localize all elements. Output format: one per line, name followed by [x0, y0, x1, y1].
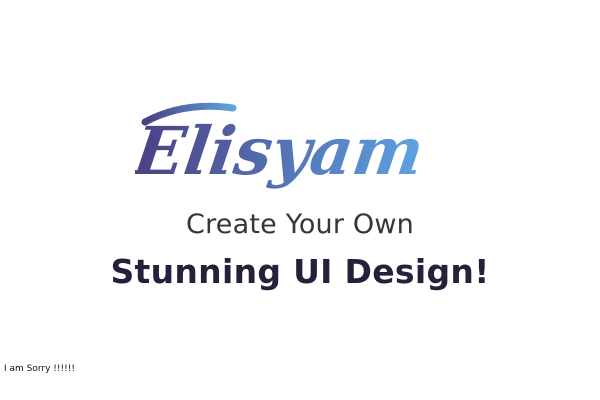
hero-title: Stunning UI Design! — [110, 252, 490, 291]
hero-subtitle: Create Your Own — [186, 209, 414, 240]
sorry-note: I am Sorry !!!!!! — [4, 364, 75, 374]
error-page: Elisyam Create Your Own Stunning UI Desi… — [0, 0, 600, 400]
brand-logo-text: Elisyam — [135, 112, 429, 190]
brand-logo-svg: Elisyam — [135, 102, 429, 190]
brand-logo: Elisyam — [135, 92, 465, 202]
